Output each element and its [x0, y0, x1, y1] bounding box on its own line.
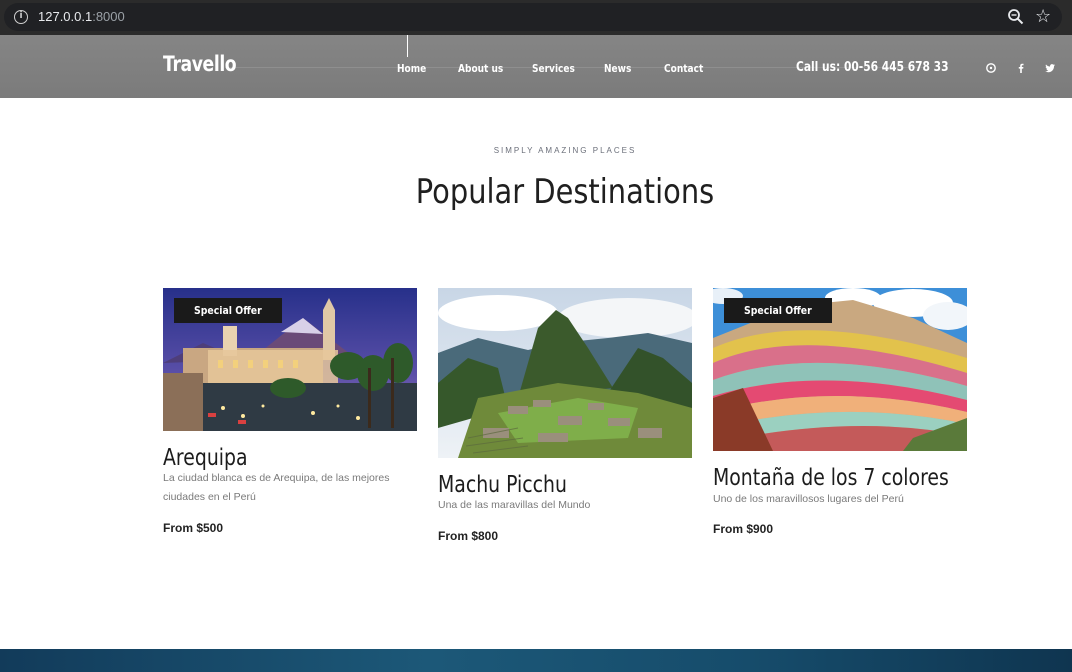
footer-banner — [0, 649, 1072, 672]
twitter-icon[interactable] — [1044, 62, 1056, 74]
pinterest-icon[interactable] — [985, 62, 997, 74]
nav-active-indicator — [407, 35, 408, 57]
url-text[interactable]: 127.0.0.1:8000 — [38, 9, 125, 24]
destination-name[interactable]: Montaña de los 7 colores — [713, 465, 949, 491]
section-kicker: SIMPLY AMAZING PLACES — [493, 146, 637, 155]
bookmark-star-icon[interactable]: ☆ — [1035, 7, 1055, 27]
browser-toolbar: i 127.0.0.1:8000 ☆ — [0, 0, 1072, 35]
destination-price: From $500 — [163, 521, 224, 535]
destination-card-rainbow-mountain[interactable]: Special Offer Montaña de los 7 colores U… — [713, 288, 967, 548]
nav-news[interactable]: News — [604, 62, 631, 75]
call-us-phone: Call us: 00-56 445 678 33 — [796, 60, 949, 75]
destination-card-arequipa[interactable]: Special Offer Arequipa La ciudad blanca … — [163, 288, 417, 548]
destination-description: La ciudad blanca es de Arequipa, de las … — [163, 472, 390, 503]
address-bar[interactable]: i 127.0.0.1:8000 ☆ — [4, 3, 1062, 31]
special-offer-badge: Special Offer — [724, 298, 832, 323]
site-logo[interactable]: Travello — [163, 52, 237, 76]
destination-description: Uno de los maravillosos lugares del Perú — [713, 493, 904, 505]
destination-card-machu-picchu[interactable]: Machu Picchu Una de las maravillas del M… — [438, 288, 692, 548]
nav-contact[interactable]: Contact — [664, 62, 703, 75]
destination-image-rainbow-mountain[interactable]: Special Offer — [713, 288, 967, 451]
destination-name[interactable]: Machu Picchu — [438, 472, 567, 498]
destination-image-arequipa[interactable]: Special Offer — [163, 288, 417, 431]
destination-price: From $900 — [713, 522, 774, 536]
facebook-icon[interactable] — [1015, 62, 1027, 74]
destination-price: From $800 — [438, 529, 499, 543]
zoom-icon[interactable] — [1007, 8, 1025, 26]
site-info-icon[interactable]: i — [14, 10, 28, 24]
site-header: Travello Home About us Services News Con… — [0, 35, 1072, 98]
nav-home[interactable]: Home — [397, 62, 426, 75]
section-title: Popular Destinations — [415, 172, 715, 212]
nav-services[interactable]: Services — [532, 62, 575, 75]
nav-about-us[interactable]: About us — [458, 62, 503, 75]
special-offer-badge: Special Offer — [174, 298, 282, 323]
destination-name[interactable]: Arequipa — [163, 445, 248, 471]
destination-description: Una de las maravillas del Mundo — [438, 499, 591, 511]
destination-image-machu-picchu[interactable] — [438, 288, 692, 458]
